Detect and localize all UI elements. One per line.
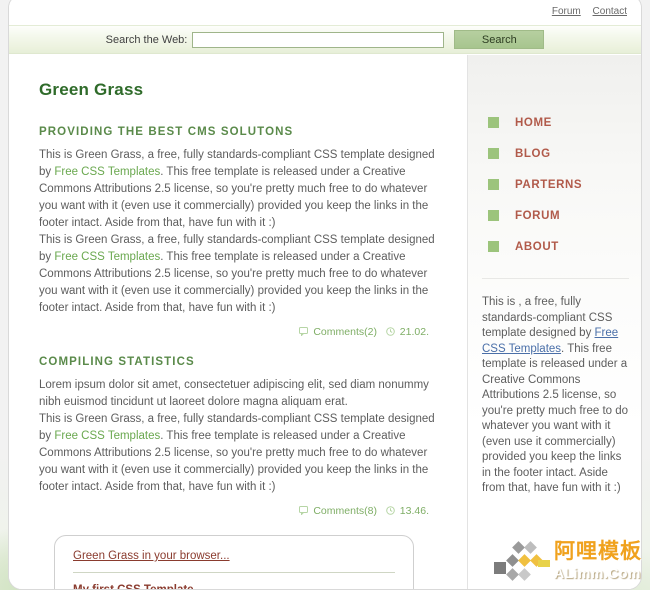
post-meta-row: Comments(2) 21.02.	[33, 326, 429, 338]
section-heading-cms: PROVIDING THE BEST CMS SOLUTONS	[39, 126, 294, 138]
section-paragraph: Lorem ipsum dolor sit amet, consectetuer…	[39, 379, 429, 408]
browser-preview-link[interactable]: Green Grass in your browser...	[73, 550, 395, 562]
search-button[interactable]: Search	[454, 30, 545, 49]
footer-panel-subtitle: My first CSS Template	[73, 584, 395, 589]
main-column: Green Grass PROVIDING THE BEST CMS SOLUT…	[33, 55, 435, 517]
sidebar-text-b: . This free template is released under a…	[482, 342, 629, 495]
section-heading-statistics: COMPILING STATISTICS	[39, 356, 195, 368]
search-label: Search the Web:	[105, 33, 188, 46]
footer-panel: Green Grass in your browser... My first …	[54, 535, 414, 589]
sidebar-item-about[interactable]: ABOUT	[468, 231, 641, 262]
square-bullet-icon	[488, 179, 499, 190]
sidebar-item-label: HOME	[515, 116, 552, 129]
content-area: Green Grass PROVIDING THE BEST CMS SOLUT…	[9, 55, 641, 589]
comments-link[interactable]: Comments(8)	[313, 505, 377, 517]
clock-icon	[386, 327, 395, 336]
sidebar-item-blog[interactable]: BLOG	[468, 138, 641, 169]
post-timestamp: 13.46.	[399, 505, 429, 517]
top-utility-bar: Forum Contact	[9, 0, 641, 25]
top-links: Forum Contact	[543, 6, 627, 17]
square-bullet-icon	[488, 210, 499, 221]
sidebar-item-label: ABOUT	[515, 240, 559, 253]
page-shell: Forum Contact Search the Web: Search Gre…	[8, 0, 642, 590]
sidebar-nav: HOME BLOG PARTERNS FORUM ABOUT	[468, 107, 641, 262]
top-link-contact[interactable]: Contact	[593, 6, 627, 17]
sidebar-divider	[482, 278, 629, 279]
post-meta-row: Comments(8) 13.46.	[33, 505, 429, 517]
clock-icon	[386, 506, 395, 515]
sidebar-item-label: BLOG	[515, 147, 551, 160]
free-css-templates-link[interactable]: Free CSS Templates	[54, 251, 160, 263]
search-input[interactable]	[192, 31, 445, 48]
comment-icon	[299, 506, 309, 516]
post-timestamp: 21.02.	[399, 326, 429, 338]
free-css-templates-link[interactable]: Free CSS Templates	[54, 166, 160, 178]
page-title: Green Grass	[39, 80, 144, 99]
footer-panel-divider	[73, 572, 395, 573]
sidebar-item-forum[interactable]: FORUM	[468, 200, 641, 231]
sidebar: HOME BLOG PARTERNS FORUM ABOUT This is ,…	[467, 55, 641, 589]
sidebar-item-home[interactable]: HOME	[468, 107, 641, 138]
section-paragraph: This is Green Grass, a free, fully stand…	[39, 147, 435, 232]
comments-link[interactable]: Comments(2)	[313, 326, 377, 338]
square-bullet-icon	[488, 117, 499, 128]
section-paragraph: This is Green Grass, a free, fully stand…	[39, 232, 435, 317]
top-link-forum[interactable]: Forum	[552, 6, 581, 17]
sidebar-item-parterns[interactable]: PARTERNS	[468, 169, 641, 200]
search-bar: Search the Web: Search	[9, 25, 641, 54]
comment-icon	[299, 327, 309, 337]
square-bullet-icon	[488, 148, 499, 159]
sidebar-item-label: PARTERNS	[515, 178, 583, 191]
sidebar-description: This is , a free, fully standards-compli…	[482, 295, 629, 497]
page-frame: Forum Contact Search the Web: Search Gre…	[0, 0, 650, 590]
section-paragraph: This is Green Grass, a free, fully stand…	[39, 411, 435, 496]
free-css-templates-link[interactable]: Free CSS Templates	[54, 430, 160, 442]
sidebar-item-label: FORUM	[515, 209, 561, 222]
sidebar-text-a: This is , a free, fully standards-compli…	[482, 296, 613, 339]
square-bullet-icon	[488, 241, 499, 252]
